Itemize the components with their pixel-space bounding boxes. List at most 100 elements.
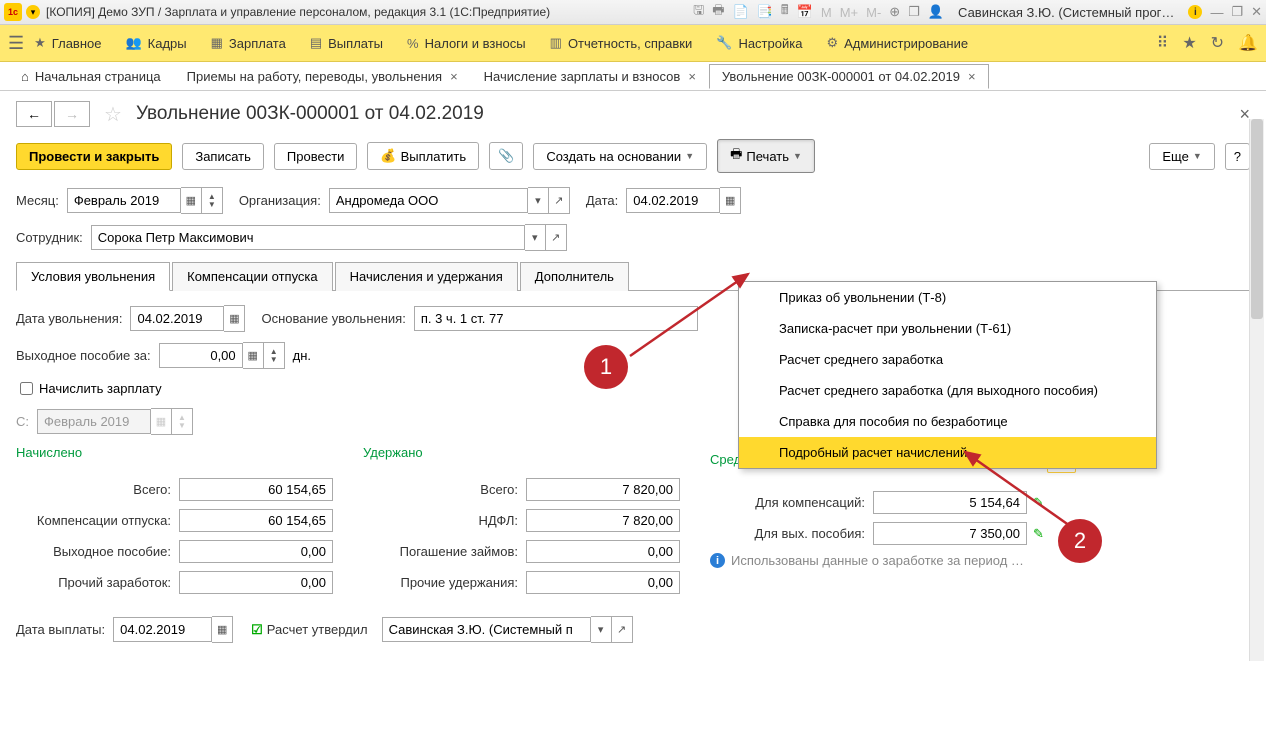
accrued-sev-value[interactable] [179,540,333,563]
print-icon[interactable]: 🖶 [712,1,724,23]
month-input[interactable] [67,188,181,213]
open-icon[interactable]: ↗ [546,224,567,251]
avg-sev-value[interactable] [873,522,1027,545]
minimize-icon[interactable]: — [1210,5,1223,20]
caret-down-icon: ▼ [1193,151,1202,161]
menu-salary[interactable]: ▦Зарплата [211,35,286,51]
tab-close-icon[interactable]: × [968,69,976,84]
subtab-conditions[interactable]: Условия увольнения [16,262,170,291]
withheld-other-value[interactable] [526,571,680,594]
user-label[interactable]: Савинская З.Ю. (Системный прог… [952,5,1180,20]
calc-icon[interactable]: ▦ [243,342,264,369]
printer-icon: 🖶 [730,145,742,167]
favorite-star-icon[interactable]: ☆ [104,102,122,127]
open-icon[interactable]: ↗ [612,616,633,643]
employee-input[interactable] [91,225,525,250]
print-menu-avg[interactable]: Расчет среднего заработка [739,344,1156,375]
open-icon[interactable]: ↗ [549,187,570,214]
subtab-compensation[interactable]: Компенсации отпуска [172,262,333,291]
zoom-icon[interactable]: ⊕ [889,4,900,20]
window-icon[interactable]: ❐ [908,4,920,20]
post-and-close-button[interactable]: Провести и закрыть [16,143,172,170]
accrued-total-value[interactable] [179,478,333,501]
stepper-icon[interactable]: ▲▼ [202,187,223,214]
basis-input[interactable] [414,306,698,331]
calc-icon[interactable]: 🖩 [781,1,789,23]
print-menu-t8[interactable]: Приказ об увольнении (Т-8) [739,282,1156,313]
tab-close-icon[interactable]: × [450,69,458,84]
calendar-icon[interactable]: 📅 [797,4,813,20]
print-button[interactable]: 🖶Печать▼ [717,139,815,173]
more-button[interactable]: Еще▼ [1149,143,1214,170]
write-button[interactable]: Записать [182,143,264,170]
create-based-button[interactable]: Создать на основании▼ [533,143,707,170]
scrollbar[interactable] [1249,119,1264,661]
pencil-icon[interactable]: ✎ [1033,495,1044,511]
menu-taxes[interactable]: %Налоги и взносы [407,36,526,51]
print-menu-avg-sev[interactable]: Расчет среднего заработка (для выходного… [739,375,1156,406]
tab-accrual[interactable]: Начисление зарплаты и взносов× [471,64,709,89]
scroll-thumb[interactable] [1251,119,1263,319]
post-button[interactable]: Провести [274,143,358,170]
withheld-ndfl-value[interactable] [526,509,680,532]
dropdown-icon[interactable]: ▾ [591,616,612,643]
print-menu-unemployment[interactable]: Справка для пособия по безработице [739,406,1156,437]
pay-button[interactable]: 💰Выплатить [367,142,479,170]
severance-input[interactable] [159,343,243,368]
dropdown-icon[interactable]: ▾ [528,187,549,214]
dismissal-date-input[interactable] [130,306,224,331]
check-icon[interactable]: ☑ [251,622,263,638]
m-plus-icon[interactable]: M+ [840,5,858,20]
dropdown-icon[interactable]: ▾ [525,224,546,251]
dropdown-icon[interactable]: ▾ [26,5,40,19]
info-icon[interactable]: i [1188,5,1202,19]
save-icon[interactable]: 🖫 [693,1,704,23]
subtab-accruals[interactable]: Начисления и удержания [335,262,518,291]
coins-icon: 💰 [380,148,396,164]
calendar-icon[interactable]: ▦ [224,305,245,332]
accrue-salary-checkbox[interactable] [20,382,33,395]
menu-settings[interactable]: 🔧Настройка [716,35,802,51]
hamburger-icon[interactable]: ☰ [8,33,24,54]
nav-fwd-button[interactable]: → [54,101,90,127]
print-menu-t61[interactable]: Записка-расчет при увольнении (Т-61) [739,313,1156,344]
menu-admin[interactable]: ⚙Администрирование [826,35,968,51]
history-icon[interactable]: ↻ [1211,33,1224,53]
org-input[interactable] [329,188,528,213]
payout-date-input[interactable] [113,617,212,642]
approved-by-input[interactable] [382,617,591,642]
maximize-icon[interactable]: ❐ [1231,4,1243,20]
grid-icon[interactable]: ⠿ [1157,33,1169,53]
withheld-loan-value[interactable] [526,540,680,563]
m-icon[interactable]: M [821,5,832,20]
withheld-total-value[interactable] [526,478,680,501]
close-icon[interactable]: ✕ [1251,4,1262,20]
attach-button[interactable]: 📎 [489,142,523,170]
pencil-icon[interactable]: ✎ [1033,526,1044,542]
menu-reports[interactable]: ▥Отчетность, справки [550,35,693,51]
help-button[interactable]: ? [1225,143,1250,170]
print-menu-detailed[interactable]: Подробный расчет начислений [739,437,1156,468]
accrued-comp-value[interactable] [179,509,333,532]
bell-icon[interactable]: 🔔 [1238,33,1258,53]
subtab-additional[interactable]: Дополнитель [520,262,629,291]
tab-close-icon[interactable]: × [688,69,696,84]
accrued-other-value[interactable] [179,571,333,594]
doc-icon[interactable]: 📄 [732,4,748,20]
calendar-icon[interactable]: ▦ [720,187,741,214]
date-input[interactable] [626,188,720,213]
compare-icon[interactable]: 📑 [757,4,773,20]
menu-personnel[interactable]: 👥Кадры [125,35,186,51]
tab-dismissal[interactable]: Увольнение 00ЗК-000001 от 04.02.2019× [709,64,989,89]
calendar-icon[interactable]: ▦ [212,616,233,643]
calendar-icon[interactable]: ▦ [181,187,202,214]
tab-home[interactable]: ⌂Начальная страница [8,64,174,89]
m-minus-icon[interactable]: M- [866,5,881,20]
tab-hires[interactable]: Приемы на работу, переводы, увольнения× [174,64,471,89]
avg-comp-value[interactable] [873,491,1027,514]
stepper-icon[interactable]: ▲▼ [264,342,285,369]
star-icon[interactable]: ★ [1182,33,1196,53]
menu-payments[interactable]: ▤Выплаты [310,35,383,51]
menu-main[interactable]: ★Главное [34,35,101,51]
nav-back-button[interactable]: ← [16,101,52,127]
